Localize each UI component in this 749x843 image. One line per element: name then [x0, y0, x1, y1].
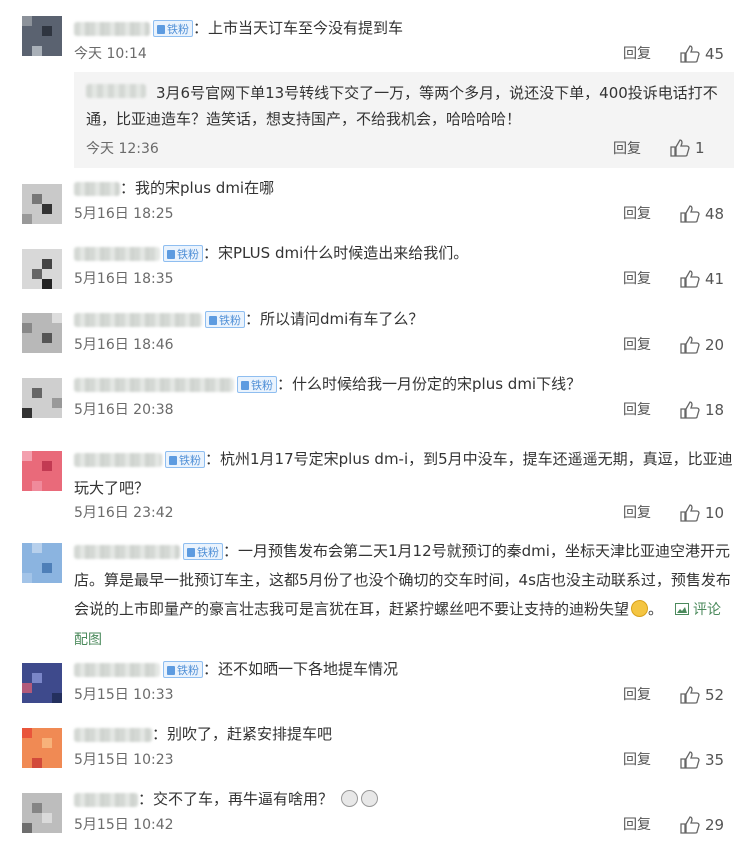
shocked-face-icon — [341, 790, 359, 807]
comment-line: ：别吹了，赶紧安排提车吧 — [74, 720, 733, 749]
comment-time: 5月15日 10:23 — [74, 752, 174, 768]
comment-line: 铁粉 ：还不如晒一下各地提车情况 — [74, 655, 733, 684]
comment-time: 5月16日 18:35 — [74, 271, 174, 287]
comment-time: 5月15日 10:42 — [74, 817, 174, 833]
comment-text: 交不了车，再牛逼有啥用？ — [153, 790, 334, 808]
comment-text: 上市当天订车至今没有提到车 — [208, 19, 404, 37]
like-count: 29 — [705, 816, 725, 834]
thumbs-up-icon — [680, 686, 700, 704]
avatar[interactable] — [22, 451, 62, 491]
thumbs-up-icon — [680, 270, 700, 288]
reply-button[interactable]: 回复 — [623, 335, 651, 355]
avatar[interactable] — [22, 793, 62, 833]
username-blurred[interactable] — [74, 21, 150, 36]
sub-reply: 3月6号官网下单13号转线下交了一万，等两个多月，说还没下单，400投诉电话打不… — [74, 72, 734, 168]
avatar[interactable] — [22, 663, 62, 703]
avatar[interactable] — [22, 313, 62, 353]
avatar[interactable] — [22, 543, 62, 583]
fan-badge-icon — [209, 316, 217, 325]
username-blurred[interactable] — [74, 544, 180, 559]
like-count: 41 — [705, 270, 725, 288]
comment-time: 今天 12:36 — [86, 141, 159, 157]
fan-badge-icon — [167, 666, 175, 675]
fan-badge-icon — [241, 381, 249, 390]
comment-time: 5月16日 18:25 — [74, 206, 174, 222]
comment-time: 5月16日 20:38 — [74, 402, 174, 418]
comment-text: 宋PLUS dmi什么时候造出来给我们。 — [218, 244, 469, 262]
fan-badge: 铁粉 — [183, 543, 223, 560]
reply-button[interactable]: 回复 — [623, 815, 651, 835]
like-count: 18 — [705, 401, 725, 419]
reply-button[interactable]: 回复 — [623, 269, 651, 289]
username-blurred[interactable] — [74, 727, 152, 742]
like-count: 10 — [705, 504, 725, 522]
comment-line: ：交不了车，再牛逼有啥用？ — [74, 785, 733, 814]
avatar[interactable] — [22, 249, 62, 289]
fan-badge: 铁粉 — [163, 245, 203, 262]
reply-button[interactable]: 回复 — [623, 204, 651, 224]
thumbs-up-icon — [680, 205, 700, 223]
username-blurred[interactable] — [74, 662, 160, 677]
comment-time: 5月16日 18:46 — [74, 337, 174, 353]
fan-badge: 铁粉 — [205, 311, 245, 328]
comment-time: 5月15日 10:33 — [74, 687, 174, 703]
fan-badge: 铁粉 — [165, 451, 205, 468]
reply-button[interactable]: 回复 — [623, 750, 651, 770]
sad-face-icon — [631, 600, 649, 617]
like-count: 20 — [705, 336, 725, 354]
username-blurred[interactable] — [74, 246, 160, 261]
fan-badge-icon — [187, 548, 195, 557]
comment-line: 铁粉 ：什么时候给我一月份定的宋plus dmi下线？ — [74, 370, 733, 399]
reply-button[interactable]: 回复 — [623, 400, 651, 420]
comment-line: ：我的宋plus dmi在哪 — [74, 174, 733, 203]
comment-time: 今天 10:14 — [74, 46, 147, 62]
comment-line: 铁粉 ：杭州1月17号定宋plus dm-i，到5月中没车，提车还遥遥无期，真逗，… — [74, 450, 733, 497]
avatar[interactable] — [22, 728, 62, 768]
avatar[interactable] — [22, 378, 62, 418]
like-count: 1 — [695, 139, 705, 157]
fan-badge-icon — [169, 456, 177, 465]
sub-reply-text: 3月6号官网下单13号转线下交了一万，等两个多月，说还没下单，400投诉电话打不… — [86, 84, 718, 128]
shocked-face-icon — [361, 790, 379, 807]
reply-button[interactable]: 回复 — [613, 138, 641, 158]
like-count: 35 — [705, 751, 725, 769]
fan-badge: 铁粉 — [153, 20, 193, 37]
fan-badge-icon — [167, 250, 175, 259]
avatar[interactable] — [22, 184, 62, 224]
username-blurred[interactable] — [74, 792, 138, 807]
username-blurred[interactable] — [74, 181, 120, 196]
fan-badge: 铁粉 — [237, 376, 277, 393]
comment-text: 我的宋plus dmi在哪 — [135, 179, 275, 197]
thumbs-up-icon — [670, 139, 690, 157]
like-count: 52 — [705, 686, 725, 704]
thumbs-up-icon — [680, 336, 700, 354]
comment-text: 别吹了，赶紧安排提车吧 — [167, 725, 333, 743]
thumbs-up-icon — [680, 751, 700, 769]
fan-badge: 铁粉 — [163, 661, 203, 678]
comment-line: 铁粉 ：所以请问dmi有车了么？ — [74, 305, 733, 334]
reply-button[interactable]: 回复 — [623, 503, 651, 523]
username-blurred[interactable] — [74, 312, 202, 327]
comment-line: 铁粉 ：宋PLUS dmi什么时候造出来给我们。 — [74, 239, 733, 268]
comment-text: 还不如晒一下各地提车情况 — [218, 660, 399, 678]
fan-badge-icon — [157, 25, 165, 34]
like-count: 48 — [705, 205, 725, 223]
username-blurred[interactable] — [74, 377, 234, 392]
comment-text: 什么时候给我一月份定的宋plus dmi下线？ — [292, 375, 582, 393]
image-icon — [675, 603, 690, 615]
username-blurred[interactable] — [74, 452, 162, 467]
comment-text: 所以请问dmi有车了么？ — [260, 310, 424, 328]
comment-line: 铁粉 ：上市当天订车至今没有提到车 — [74, 14, 733, 43]
reply-button[interactable]: 回复 — [623, 44, 651, 64]
reply-button[interactable]: 回复 — [623, 685, 651, 705]
comment-time: 5月16日 23:42 — [74, 505, 174, 521]
avatar[interactable] — [22, 16, 62, 56]
thumbs-up-icon — [680, 504, 700, 522]
thumbs-up-icon — [680, 401, 700, 419]
like-count: 45 — [705, 45, 725, 63]
comment-line: 铁粉 ：一月预售发布会第二天1月12号就预订的秦dmi，坐标天津比亚迪空港开元店。… — [74, 542, 731, 648]
thumbs-up-icon — [680, 816, 700, 834]
thumbs-up-icon — [680, 45, 700, 63]
